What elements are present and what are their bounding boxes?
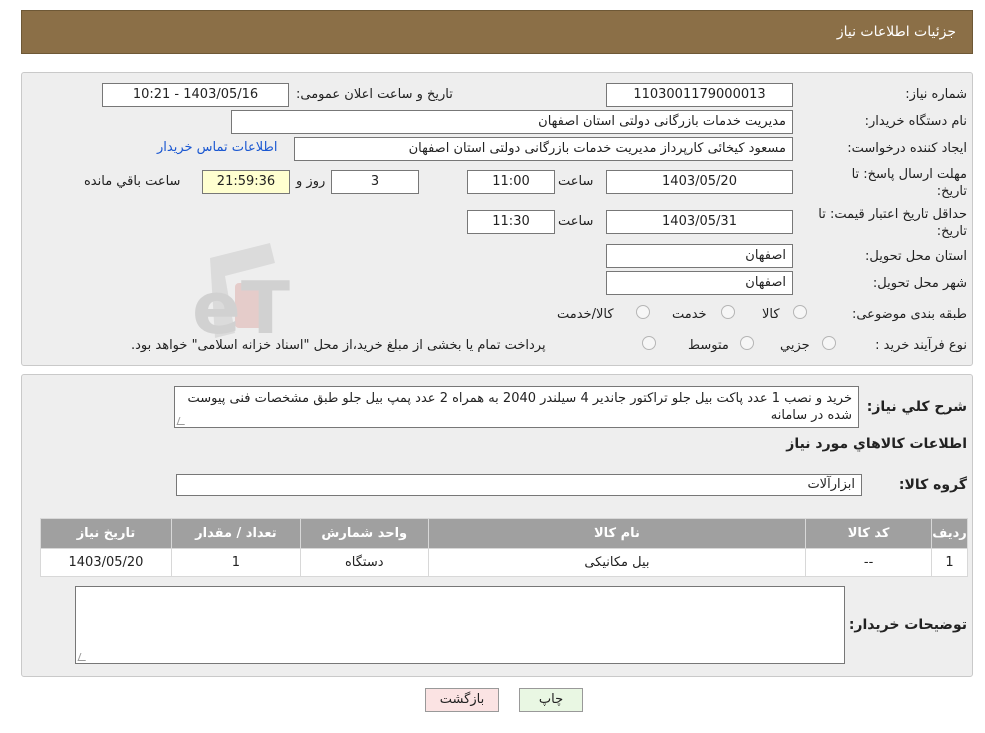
goods-info-title: اطلاعات كالاهاي مورد نياز <box>786 436 967 452</box>
col-code: كد كالا <box>805 518 933 549</box>
goods-group-label: گروه كالا: <box>898 477 967 493</box>
city-field: اصفهان <box>606 271 793 295</box>
radio-minor[interactable] <box>822 336 836 350</box>
description-text: خرید و نصب 1 عدد پاکت بیل جلو تراکتور جا… <box>187 391 852 423</box>
radio-minor-label: جزيي <box>780 338 810 353</box>
radio-medium-label: متوسط <box>688 338 729 353</box>
resize-handle-icon[interactable] <box>176 417 188 425</box>
cell-name: بیل مکانیکی <box>427 548 807 577</box>
category-label: طبقه بندی موضوعی: <box>851 307 967 322</box>
creator-field: مسعود کیخائی کارپرداز مدیریت خدمات بازرگ… <box>294 137 793 161</box>
radio-service[interactable] <box>721 305 735 319</box>
radio-service-label: خدمت <box>672 307 707 322</box>
city-label: شهر محل تحویل: <box>872 276 967 291</box>
buyer-org-label: نام دستگاه خریدار: <box>864 114 967 129</box>
validity-time-field: 11:30 <box>467 210 555 234</box>
goods-group-field: ابزارآلات <box>176 474 862 496</box>
print-button[interactable]: چاپ <box>519 688 583 712</box>
need-number-label: شماره نیاز: <box>905 87 967 102</box>
radio-goods-service-label: کالا/خدمت <box>557 307 614 322</box>
payment-note: پرداخت تمام یا بخشی از مبلغ خرید،از محل … <box>131 338 546 353</box>
table-header-row: رديف كد كالا نام كالا واحد شمارش تعداد /… <box>40 518 968 549</box>
cell-unit: دستگاه <box>299 548 429 577</box>
need-number-field: 1103001179000013 <box>606 83 793 107</box>
treasury-checkbox[interactable] <box>642 336 656 350</box>
col-quantity: تعداد / مقدار <box>170 518 301 549</box>
back-button[interactable]: بازگشت <box>425 688 499 712</box>
validity-date-field: 1403/05/31 <box>606 210 793 234</box>
deadline-date-field: 1403/05/20 <box>606 170 793 194</box>
province-field: اصفهان <box>606 244 793 268</box>
validity-time-label: ساعت <box>558 214 594 229</box>
buyer-org-field: مدیریت خدمات بازرگانی دولتی استان اصفهان <box>231 110 793 134</box>
deadline-time-field: 11:00 <box>467 170 555 194</box>
deadline-time-label: ساعت <box>558 174 594 189</box>
contact-buyer-link[interactable]: اطلاعات تماس خریدار <box>157 140 277 155</box>
cell-row: 1 <box>931 548 968 577</box>
validity-label: حداقل تاریخ اعتبار قیمت: تا تاریخ: <box>818 207 967 239</box>
buyer-notes-label: توضیحات خریدار: <box>848 617 967 633</box>
notes-resize-handle-icon[interactable] <box>77 653 89 661</box>
description-label: شرح كلي نياز: <box>866 399 967 415</box>
page-title: جزئیات اطلاعات نیاز <box>836 24 956 40</box>
creator-label: ایجاد کننده درخواست: <box>847 141 967 156</box>
radio-goods-label: کالا <box>762 307 780 322</box>
deadline-label: مهلت ارسال پاسخ: تا تاریخ: <box>851 167 967 199</box>
days-field: 3 <box>331 170 419 194</box>
process-label: نوع فرآیند خرید : <box>875 338 967 353</box>
col-row: رديف <box>931 518 968 549</box>
cell-date: 1403/05/20 <box>40 548 172 577</box>
cell-code: -- <box>805 548 933 577</box>
table-row: 1 -- بیل مکانیکی دستگاه 1 1403/05/20 <box>40 548 968 577</box>
col-name: نام كالا <box>427 518 807 549</box>
radio-medium[interactable] <box>740 336 754 350</box>
page-header: جزئیات اطلاعات نیاز <box>21 10 973 54</box>
remaining-label: ساعت باقي مانده <box>84 174 181 189</box>
radio-goods-service[interactable] <box>636 305 650 319</box>
remaining-time-field: 21:59:36 <box>202 170 290 194</box>
col-date: تاريخ نياز <box>40 518 172 549</box>
announce-field: 1403/05/16 - 10:21 <box>102 83 289 107</box>
description-field: خرید و نصب 1 عدد پاکت بیل جلو تراکتور جا… <box>174 386 859 428</box>
buyer-notes-field <box>75 586 845 664</box>
days-label: روز و <box>296 174 326 189</box>
province-label: استان محل تحویل: <box>865 249 967 264</box>
announce-label: تاریخ و ساعت اعلان عمومی: <box>296 87 453 102</box>
radio-goods[interactable] <box>793 305 807 319</box>
goods-table: رديف كد كالا نام كالا واحد شمارش تعداد /… <box>40 518 968 577</box>
cell-quantity: 1 <box>170 548 301 577</box>
col-unit: واحد شمارش <box>299 518 429 549</box>
